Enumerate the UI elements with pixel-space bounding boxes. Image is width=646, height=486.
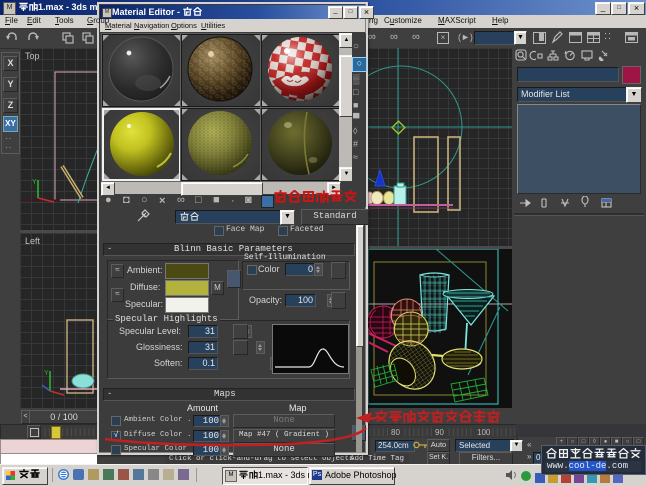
svg-text:Y: Y [32,179,37,186]
svg-text:Y: Y [44,370,49,377]
